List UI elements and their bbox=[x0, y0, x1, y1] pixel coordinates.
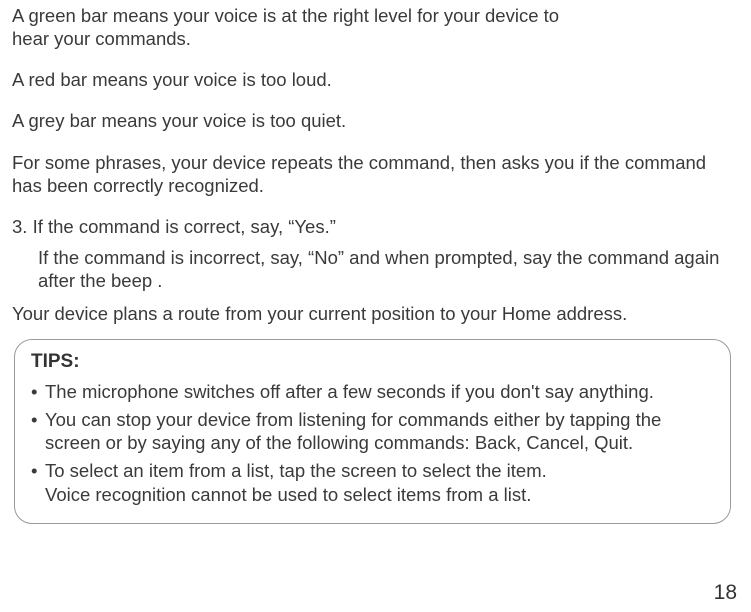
paragraph-repeat: For some phrases, your device repeats th… bbox=[12, 151, 733, 197]
tip-text: You can stop your device from listening … bbox=[45, 408, 714, 454]
tip-item: • To select an item from a list, tap the… bbox=[31, 459, 714, 505]
tip-item: • You can stop your device from listenin… bbox=[31, 408, 714, 454]
bullet-icon: • bbox=[31, 459, 45, 505]
step-3-sub: If the command is incorrect, say, “No” a… bbox=[38, 246, 733, 292]
tips-box: TIPS: • The microphone switches off afte… bbox=[14, 339, 731, 523]
bullet-icon: • bbox=[31, 380, 45, 403]
page-number: 18 bbox=[714, 580, 737, 606]
paragraph-plan-route: Your device plans a route from your curr… bbox=[12, 302, 733, 325]
tips-title: TIPS: bbox=[31, 350, 714, 374]
tip-text: To select an item from a list, tap the s… bbox=[45, 459, 714, 505]
paragraph-red-bar: A red bar means your voice is too loud. bbox=[12, 68, 733, 91]
bullet-icon: • bbox=[31, 408, 45, 454]
tip-item: • The microphone switches off after a fe… bbox=[31, 380, 714, 403]
paragraph-green-bar: A green bar means your voice is at the r… bbox=[12, 4, 572, 50]
step-3: 3. If the command is correct, say, “Yes.… bbox=[12, 215, 733, 238]
tips-list: • The microphone switches off after a fe… bbox=[31, 380, 714, 506]
tip-text: The microphone switches off after a few … bbox=[45, 380, 714, 403]
paragraph-grey-bar: A grey bar means your voice is too quiet… bbox=[12, 109, 733, 132]
